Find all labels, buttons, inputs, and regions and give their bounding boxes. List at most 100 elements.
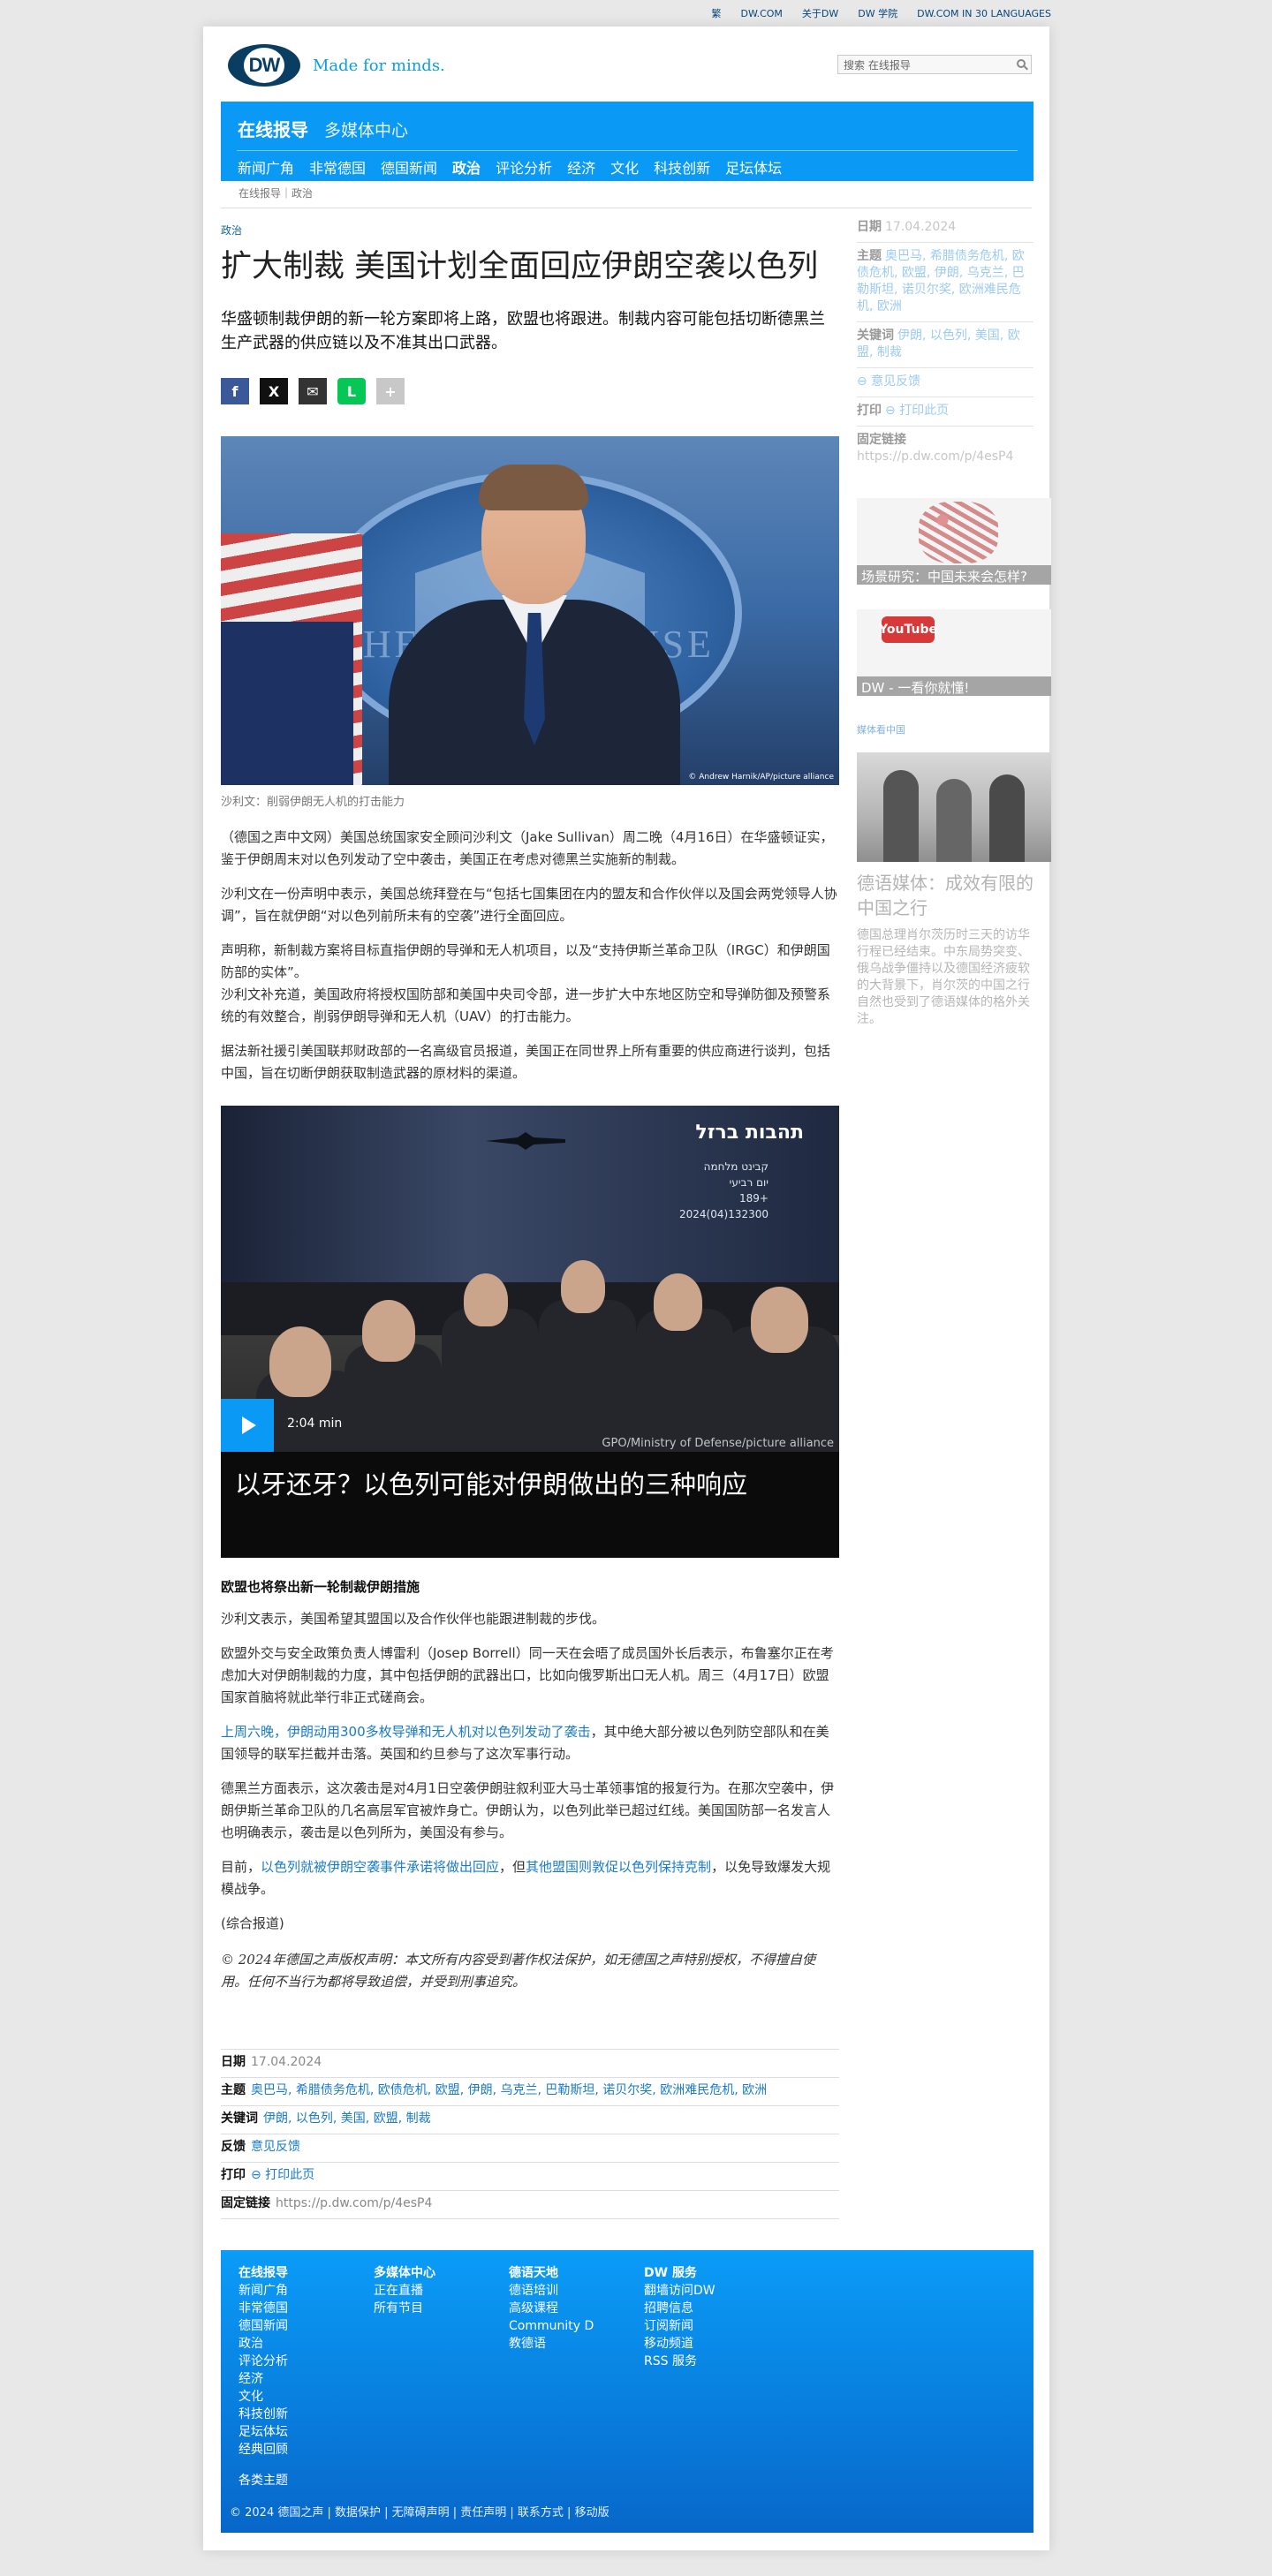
footer-link[interactable]: 经济 xyxy=(238,2370,288,2388)
sidebar-print-label: 打印 xyxy=(857,404,882,418)
sidebar: 日期 17.04.2024 主题 奥巴马, 希腊债务危机, 欧债危机, 欧盟, 伊朗… xyxy=(857,214,1051,1028)
paragraph-5: 据法新社援引美国联邦财政部的一名高级官员报道，美国正在同世界上所有重要的供应商进… xyxy=(221,1043,831,1081)
footer-link[interactable]: RSS 服务 xyxy=(644,2353,716,2370)
footer-link[interactable]: 新闻广角 xyxy=(238,2282,288,2300)
footer-link[interactable]: 翻墙访问DW xyxy=(644,2282,716,2300)
meta-permalink: 固定链接 https://p.dw.com/p/4esP4 xyxy=(221,2190,839,2219)
nav-item-politics[interactable]: 政治 xyxy=(452,156,481,178)
paragraph-10-b: ，但 xyxy=(499,1859,526,1875)
footer-themes-link[interactable]: 各类主题 xyxy=(238,2471,288,2489)
footer-heading[interactable]: 多媒体中心 xyxy=(374,2264,435,2282)
footer-link[interactable]: 经典回顾 xyxy=(238,2441,288,2459)
sidebar-feedback-link[interactable]: ⊖ 意见反馈 xyxy=(857,374,920,389)
source-note: (综合报道) xyxy=(221,1915,284,1931)
sidebar-topics-links[interactable]: 奥巴马, 希腊债务危机, 欧债危机, 欧盟, 伊朗, 乌克兰, 巴勒斯坦, 诺贝… xyxy=(857,249,1025,314)
sidebar-print: 打印 ⊖ 打印此页 xyxy=(857,397,1034,427)
media-title[interactable]: 德语媒体：成效有限的中国之行 xyxy=(857,871,1034,920)
footer-link[interactable]: 高级课程 xyxy=(509,2300,594,2317)
nav-item-economy[interactable]: 经济 xyxy=(567,156,595,178)
article-kicker[interactable]: 政治 xyxy=(221,223,839,238)
footer-heading[interactable]: DW 服务 xyxy=(644,2264,716,2282)
footer-link[interactable]: 移动频道 xyxy=(644,2335,716,2353)
breadcrumb[interactable]: 在线报导｜政治 xyxy=(238,185,313,200)
sidebar-tile-youtube[interactable]: YouTube DW - 一看你就懂! xyxy=(857,609,1051,696)
paragraph-4: 沙利文补充道，美国政府将授权国防部和美国中央司令部，进一步扩大中东地区防空和导弹… xyxy=(221,986,831,1024)
footer-heading[interactable]: 德语天地 xyxy=(509,2264,594,2282)
footer-link[interactable]: 文化 xyxy=(238,2388,288,2406)
nav-item-commentary[interactable]: 评论分析 xyxy=(496,156,552,178)
topbar-link-dwcom[interactable]: DW.COM xyxy=(741,8,783,19)
tile-label: DW - 一看你就懂! xyxy=(857,676,1051,696)
footer-link[interactable]: 非常德国 xyxy=(238,2300,288,2317)
nav-multimedia[interactable]: 多媒体中心 xyxy=(324,117,408,141)
footer-legal-links[interactable]: © 2024 德国之声 | 数据保护 | 无障碍声明 | 责任声明 | 联系方式… xyxy=(230,2503,610,2519)
share-bar: f X ✉ L + xyxy=(221,378,839,404)
footer-link[interactable]: 所有节目 xyxy=(374,2300,435,2317)
media-image[interactable] xyxy=(857,752,1051,862)
footer-link[interactable]: 德语培训 xyxy=(509,2282,594,2300)
line-share-icon[interactable]: L xyxy=(337,378,366,404)
nav-online-reports[interactable]: 在线报导 xyxy=(238,116,308,141)
video-title[interactable]: 以牙还牙？以色列可能对伊朗做出的三种响应 xyxy=(221,1452,839,1558)
footer-link[interactable]: 足坛体坛 xyxy=(238,2423,288,2441)
nav-item-germany[interactable]: 非常德国 xyxy=(309,156,366,178)
sidebar-feedback: ⊖ 意见反馈 xyxy=(857,368,1034,397)
sidebar-date: 日期 17.04.2024 xyxy=(857,214,1034,243)
footer-link[interactable]: 招聘信息 xyxy=(644,2300,716,2317)
x-share-icon[interactable]: X xyxy=(260,378,288,404)
more-share-icon[interactable]: + xyxy=(376,378,405,404)
brand[interactable]: DW Made for minds. xyxy=(228,44,445,87)
feedback-link[interactable]: 意见反馈 xyxy=(251,2140,300,2154)
footer-link[interactable]: 德国新闻 xyxy=(238,2317,288,2335)
search-icon[interactable] xyxy=(1017,59,1026,68)
footer-link[interactable]: 评论分析 xyxy=(238,2353,288,2370)
hero-credit: © Andrew Harnik/AP/picture alliance xyxy=(688,773,834,782)
nav-item-sports[interactable]: 足坛体坛 xyxy=(725,156,782,178)
nav-item-tech[interactable]: 科技创新 xyxy=(654,156,710,178)
meta-topics-links[interactable]: 奥巴马, 希腊债务危机, 欧债危机, 欧盟, 伊朗, 乌克兰, 巴勒斯坦, 诺贝… xyxy=(251,2083,767,2097)
paragraph-9: 德黑兰方面表示，这次袭击是对4月1日空袭伊朗驻叙利亚大马士革领事馆的报复行为。在… xyxy=(221,1780,835,1840)
link-iran-attack[interactable]: 上周六晚，伊朗动用300多枚导弹和无人机对以色列发动了袭击 xyxy=(221,1724,591,1740)
meta-date-label: 日期 xyxy=(221,2055,246,2069)
video-hebrew-title: תהבות ברזל xyxy=(695,1122,804,1144)
nav-item-culture[interactable]: 文化 xyxy=(610,156,639,178)
meta-keywords-links[interactable]: 伊朗, 以色列, 美国, 欧盟, 制裁 xyxy=(263,2111,431,2126)
footer-heading[interactable]: 在线报导 xyxy=(238,2264,288,2282)
play-button[interactable] xyxy=(221,1399,274,1452)
video-person xyxy=(464,1273,508,1326)
link-allies-restraint[interactable]: 其他盟国则敦促以色列保持克制 xyxy=(526,1859,711,1875)
section-heading: 欧盟也将祭出新一轮制裁伊朗措施 xyxy=(221,1579,420,1595)
sidebar-print-link[interactable]: ⊖ 打印此页 xyxy=(885,404,949,418)
footer-link[interactable]: 政治 xyxy=(238,2335,288,2353)
link-israel-response[interactable]: 以色列就被伊朗空袭事件承诺将做出回应 xyxy=(261,1859,499,1875)
facebook-share-icon[interactable]: f xyxy=(221,378,249,404)
footer-link[interactable]: 教德语 xyxy=(509,2335,594,2353)
paragraph-7: 欧盟外交与安全政策负责人博雷利（Josep Borrell）同一天在会晤了成员国… xyxy=(221,1645,834,1705)
media-section-label[interactable]: 媒体看中国 xyxy=(857,722,1034,737)
footer-link[interactable]: 正在直播 xyxy=(374,2282,435,2300)
footer-col-multimedia: 多媒体中心 正在直播 所有节目 xyxy=(374,2264,435,2317)
hero-image[interactable]: THE W HOUSE © Andrew Harnik/AP/picture a… xyxy=(221,436,839,785)
dw-logo[interactable]: DW xyxy=(228,44,300,87)
article-meta: 日期 17.04.2024 主题 奥巴马, 希腊债务危机, 欧债危机, 欧盟, 伊朗… xyxy=(221,2049,839,2219)
footer-link[interactable]: 科技创新 xyxy=(238,2406,288,2423)
video-player[interactable]: תהבות ברזל קבינט מלחמה יום רביעי 189+ 20… xyxy=(221,1106,839,1558)
topbar-link-about[interactable]: 关于DW xyxy=(802,6,838,20)
sidebar-permalink-value[interactable]: https://p.dw.com/p/4esP4 xyxy=(857,449,1013,464)
topbar-link-academy[interactable]: DW 学院 xyxy=(858,6,897,20)
topbar-link-languages[interactable]: DW.COM IN 30 LANGUAGES xyxy=(917,8,1051,19)
email-share-icon[interactable]: ✉ xyxy=(299,378,327,404)
nav-item-news[interactable]: 新闻广角 xyxy=(238,156,294,178)
sidebar-tile-china-future[interactable]: 场景研究：中国未来会怎样? xyxy=(857,498,1051,585)
footer-link[interactable]: Community D xyxy=(509,2317,594,2335)
footer-link[interactable]: 订阅新闻 xyxy=(644,2317,716,2335)
youtube-logo-icon: YouTube xyxy=(879,616,937,643)
print-link[interactable]: ⊖ 打印此页 xyxy=(251,2168,314,2182)
nav-item-germany-news[interactable]: 德国新闻 xyxy=(381,156,437,178)
permalink-value[interactable]: https://p.dw.com/p/4esP4 xyxy=(276,2196,432,2210)
footer-col-online: 在线报导 新闻广角 非常德国 德国新闻 政治 评论分析 经济 文化 科技创新 足… xyxy=(238,2264,288,2459)
copyright-notice: © 2024年德国之声版权声明：本文所有内容受到著作权法保护，如无德国之声特别授… xyxy=(221,1952,815,1990)
topbar-link-traditional[interactable]: 繁 xyxy=(712,6,722,20)
paragraph-10-a: 目前， xyxy=(221,1859,261,1875)
search-input[interactable]: 搜索 在线报导 xyxy=(837,55,1032,74)
